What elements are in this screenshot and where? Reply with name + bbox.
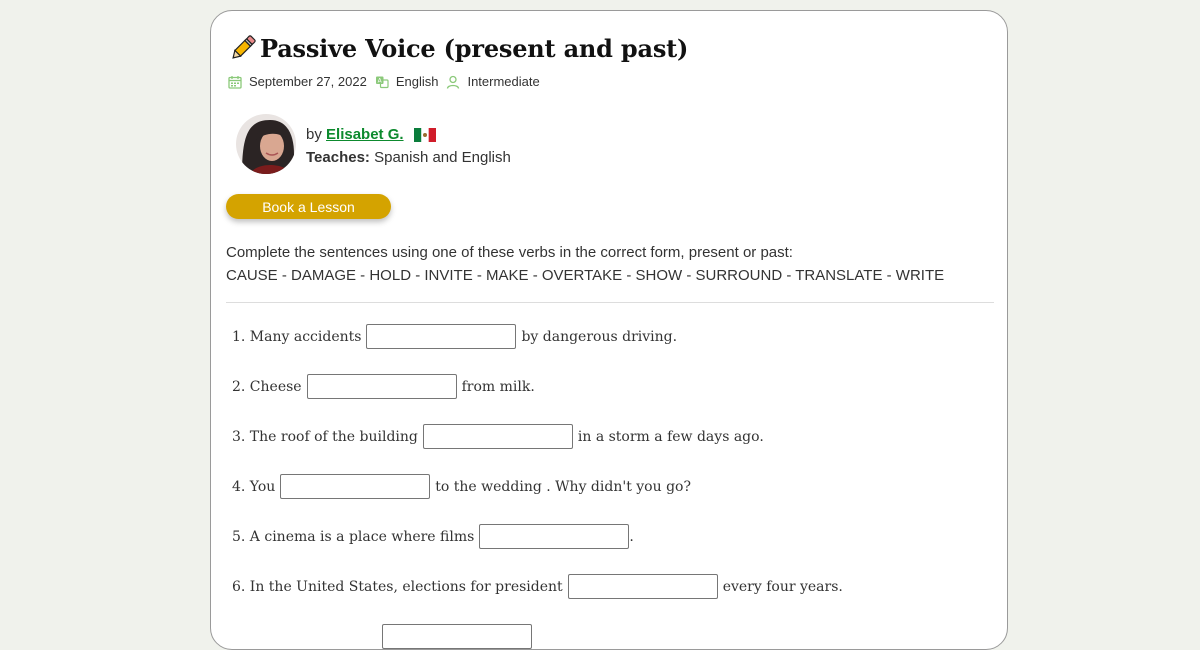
question-5-prefix: 5. A cinema is a place where films [232,528,475,545]
teaches-label: Teaches: [306,149,370,166]
instructions-text: Complete the sentences using one of thes… [226,244,793,261]
question-4: 4. You to the wedding . Why didn't you g… [232,474,691,499]
author-line: by Elisabet G. [306,123,511,146]
teaches-value: Spanish and English [374,149,511,166]
lesson-card: Passive Voice (present and past) Septemb… [210,10,1008,650]
question-6-prefix: 6. In the United States, elections for p… [232,578,563,595]
page-title: Passive Voice (present and past) [260,33,689,63]
author-by-label: by [306,126,322,143]
verb-list: CAUSE - DAMAGE - HOLD - INVITE - MAKE - … [226,267,945,284]
author-name-link[interactable]: Elisabet G. [326,126,404,143]
question-1-prefix: 1. Many accidents [232,328,362,345]
question-7-answer-input[interactable] [382,624,532,649]
exercise-instructions: Complete the sentences using one of thes… [226,241,944,287]
calendar-icon [228,75,242,89]
question-2-answer-input[interactable] [306,374,457,399]
author-info: by Elisabet G. Teaches: Spanish and Engl… [306,114,511,169]
question-3-suffix: in a storm a few days ago. [577,428,764,445]
divider [226,302,994,303]
teaches-line: Teaches: Spanish and English [306,146,511,169]
mexico-flag-icon [413,128,436,143]
post-level: Intermediate [467,74,540,89]
question-4-answer-input[interactable] [280,474,431,499]
question-4-suffix: to the wedding . Why didn't you go? [435,478,691,495]
language-icon: A [375,76,389,88]
title-row: Passive Voice (present and past) [228,33,688,63]
question-1-suffix: by dangerous driving. [521,328,678,345]
question-1: 1. Many accidents by dangerous driving. [232,324,677,349]
question-7-partial [377,624,537,649]
author-block: by Elisabet G. Teaches: Spanish and Engl… [236,114,511,174]
question-2-suffix: from milk. [461,378,535,395]
question-6-answer-input[interactable] [567,574,718,599]
book-lesson-button[interactable]: Book a Lesson [226,194,391,219]
question-2: 2. Cheese from milk. [232,374,535,399]
question-3-answer-input[interactable] [422,424,573,449]
question-6: 6. In the United States, elections for p… [232,574,843,599]
post-language: English [395,74,439,89]
user-icon [447,75,460,89]
question-3: 3. The roof of the building in a storm a… [232,424,764,449]
question-1-answer-input[interactable] [366,324,517,349]
author-avatar[interactable] [236,114,296,174]
question-6-suffix: every four years. [722,578,843,595]
post-meta: September 27, 2022 A English Intermediat… [228,74,548,89]
question-2-prefix: 2. Cheese [232,378,302,395]
question-5-answer-input[interactable] [479,524,630,549]
pencil-icon [232,35,256,59]
question-5-suffix: . [629,528,634,545]
question-3-prefix: 3. The roof of the building [232,428,418,445]
post-date: September 27, 2022 [249,74,367,89]
question-5: 5. A cinema is a place where films . [232,524,634,549]
question-4-prefix: 4. You [232,478,276,495]
